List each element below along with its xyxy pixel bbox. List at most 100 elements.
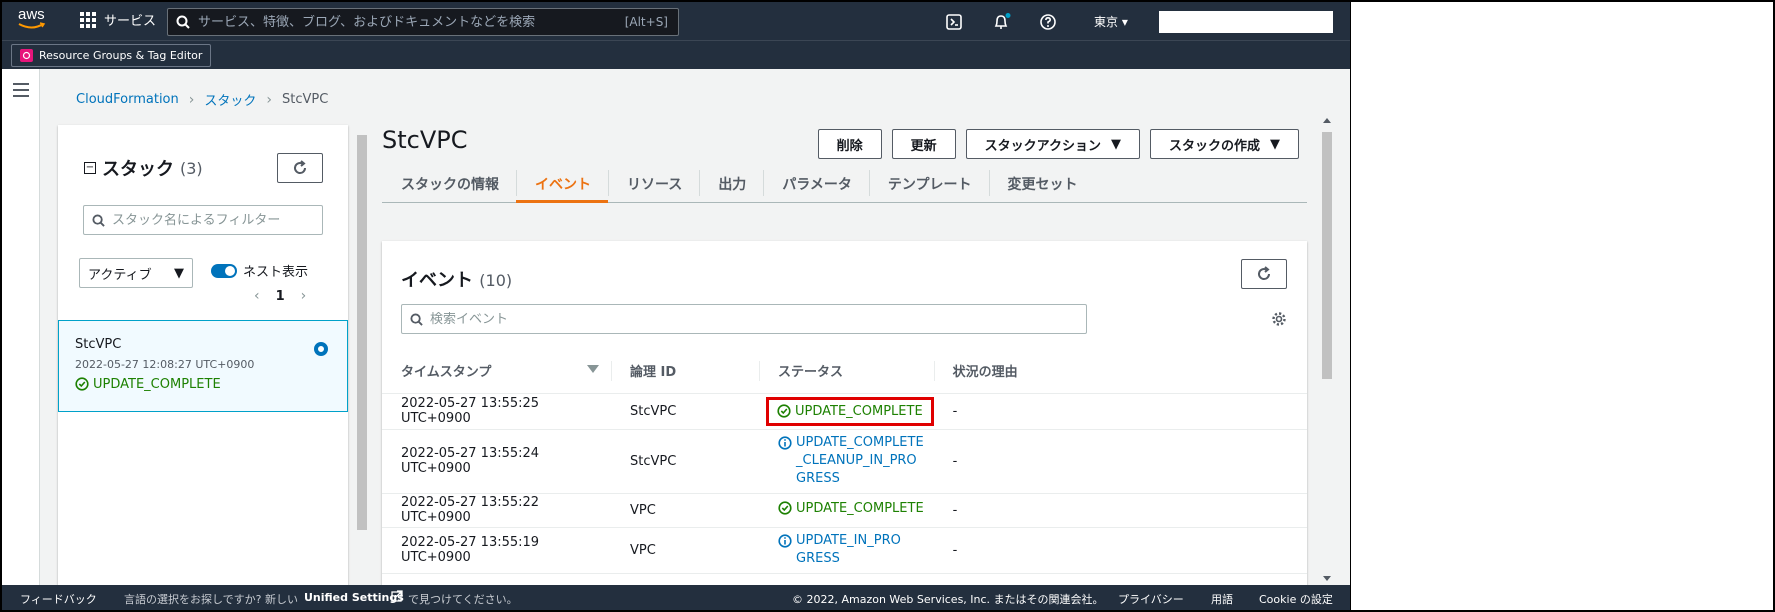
table-row: 2022-05-27 13:55:24 UTC+0900 StcVPC UPDA… [382,429,1307,494]
stack-status: UPDATE_COMPLETE [75,377,221,392]
refresh-events-button[interactable] [1241,259,1287,289]
stack-list-item[interactable]: StcVPC 2022-05-27 12:08:27 UTC+0900 UPDA… [58,320,348,412]
sort-down-icon[interactable] [587,365,599,373]
stack-actions: 削除 更新 スタックアクション ▼ スタックの作成 ▼ [817,129,1299,159]
aws-logo[interactable]: aws [18,7,48,32]
events-search-input[interactable] [430,311,1086,327]
scroll-down-icon[interactable] [1323,576,1331,581]
main-scrollbar[interactable] [1320,112,1334,585]
tab-change-sets[interactable]: 変更セット [988,162,1095,202]
gear-icon[interactable] [1271,311,1287,331]
update-button[interactable]: 更新 [891,129,956,159]
stacks-scrollbar[interactable] [355,125,369,585]
grid-icon [80,11,96,28]
delete-button[interactable]: 削除 [817,129,882,159]
account-menu[interactable] [1159,11,1333,33]
breadcrumb-stacks[interactable]: スタック [204,90,256,109]
detail-tabs: スタックの情報 イベント リソース 出力 パラメータ テンプレート 変更セット [382,162,1307,203]
help-icon[interactable] [1039,13,1057,31]
stack-radio-selected[interactable] [314,342,328,356]
favorite-resource-groups[interactable]: Resource Groups & Tag Editor [11,44,212,67]
stack-status-select-value: アクティブ [88,267,152,283]
unified-settings-link[interactable]: Unified Settings [304,591,404,604]
bell-icon[interactable] [992,13,1011,31]
services-label: サービス [104,14,157,29]
console-footer: フィードバック 言語の選択をお探しですか? 新しい Unified Settin… [2,585,1350,610]
tab-events[interactable]: イベント [516,162,608,203]
chevron-right-icon: › [188,91,195,108]
tab-parameters[interactable]: パラメータ [763,162,869,202]
table-row: 2022-05-27 13:55:25 UTC+0900 StcVPC UPDA… [382,393,1307,430]
event-reason: - [933,429,1307,494]
global-search[interactable]: [Alt+S] [167,8,679,36]
external-link-icon [391,590,403,605]
cloudshell-icon[interactable] [945,13,963,31]
events-title: イベント [401,270,473,291]
chevron-left-icon[interactable]: ‹ [254,288,260,304]
stack-actions-button[interactable]: スタックアクション ▼ [965,129,1140,159]
page-number[interactable]: 1 [276,289,285,304]
search-icon [168,15,198,29]
column-header-label: 論理 ID [630,365,677,381]
column-header-timestamp[interactable]: タイムスタンプ [382,349,611,394]
tab-outputs[interactable]: 出力 [699,162,763,202]
stack-name: StcVPC [75,337,122,352]
tab-resources[interactable]: リソース [608,162,699,202]
success-icon [777,404,791,418]
services-menu[interactable]: サービス [80,10,156,29]
refresh-icon [1258,266,1271,280]
language-suffix: で見つけてください。 [408,593,518,606]
event-timestamp: 2022-05-27 13:55:22 UTC+0900 [382,493,611,528]
stack-status-text: UPDATE_COMPLETE [93,376,221,392]
event-reason: - [933,493,1307,528]
privacy-link[interactable]: プライバシー [1118,591,1184,607]
tab-stack-info[interactable]: スタックの情報 [382,162,516,202]
event-timestamp: 2022-05-27 13:55:19 UTC+0900 [382,527,611,574]
tab-template[interactable]: テンプレート [868,162,989,202]
stacks-heading: − スタック (3) [84,155,203,181]
event-status-text: UPDATE_IN_PROGRESS [796,533,901,566]
event-status-cell: UPDATE_IN_PROGRESS [759,527,934,574]
table-header-row: タイムスタンプ 論理 ID ステータス 状況の理由 [382,349,1307,394]
cookie-settings-link[interactable]: Cookie の設定 [1259,591,1333,607]
side-rail [2,69,40,585]
scroll-up-icon[interactable] [1323,118,1331,123]
event-status-cell: UPDATE_COMPLETE [759,393,934,430]
stack-filter[interactable] [83,205,323,235]
copyright: © 2022, Amazon Web Services, Inc. またはその関… [792,593,1104,606]
create-stack-button[interactable]: スタックの作成 ▼ [1149,129,1299,159]
aws-console: aws サービス [Alt+S] [2,2,1350,610]
event-status-cell: UPDATE_COMPLETE_CLEANUP_IN_PROGRESS [759,429,934,494]
stacks-title: スタック [102,159,174,180]
stack-detail: StcVPC 削除 更新 スタックアクション ▼ スタックの作成 ▼ スタックの… [374,112,1319,591]
column-header-status[interactable]: ステータス [759,349,934,394]
column-header-logical-id[interactable]: 論理 ID [611,349,759,394]
toggle-switch[interactable] [211,263,237,278]
hamburger-menu-icon[interactable] [13,83,29,101]
global-search-input[interactable] [198,14,625,30]
breadcrumb-current: StcVPC [281,92,329,107]
breadcrumb-cloudformation[interactable]: CloudFormation [76,92,179,107]
events-heading: イベント (10) [401,266,512,292]
event-logical-id: VPC [611,493,759,528]
chevron-right-icon[interactable]: › [301,288,307,304]
refresh-stacks-button[interactable] [277,153,323,183]
success-icon [778,501,792,515]
column-header-reason[interactable]: 状況の理由 [933,349,1307,394]
stack-actions-label: スタックアクション [984,138,1101,154]
collapse-icon[interactable]: − [84,162,96,174]
favorite-label: Resource Groups & Tag Editor [39,49,203,62]
event-status-text: UPDATE_COMPLETE [795,403,923,419]
stack-filter-input[interactable] [112,212,322,228]
info-icon [778,534,792,548]
terms-link[interactable]: 用語 [1211,591,1233,607]
table-row: 2022-05-27 13:55:19 UTC+0900 VPC UPDATE_… [382,527,1307,574]
page-title: StcVPC [382,126,468,154]
nested-view-toggle[interactable]: ネスト表示 [211,261,308,280]
feedback-link[interactable]: フィードバック [20,591,97,607]
nested-view-label: ネスト表示 [243,265,309,280]
events-search[interactable] [401,304,1087,334]
event-status-cell: UPDATE_COMPLETE [759,493,934,528]
stack-status-select[interactable]: アクティブ ▼ [79,258,193,288]
region-selector[interactable]: 東京 ▾ [1094,13,1128,30]
